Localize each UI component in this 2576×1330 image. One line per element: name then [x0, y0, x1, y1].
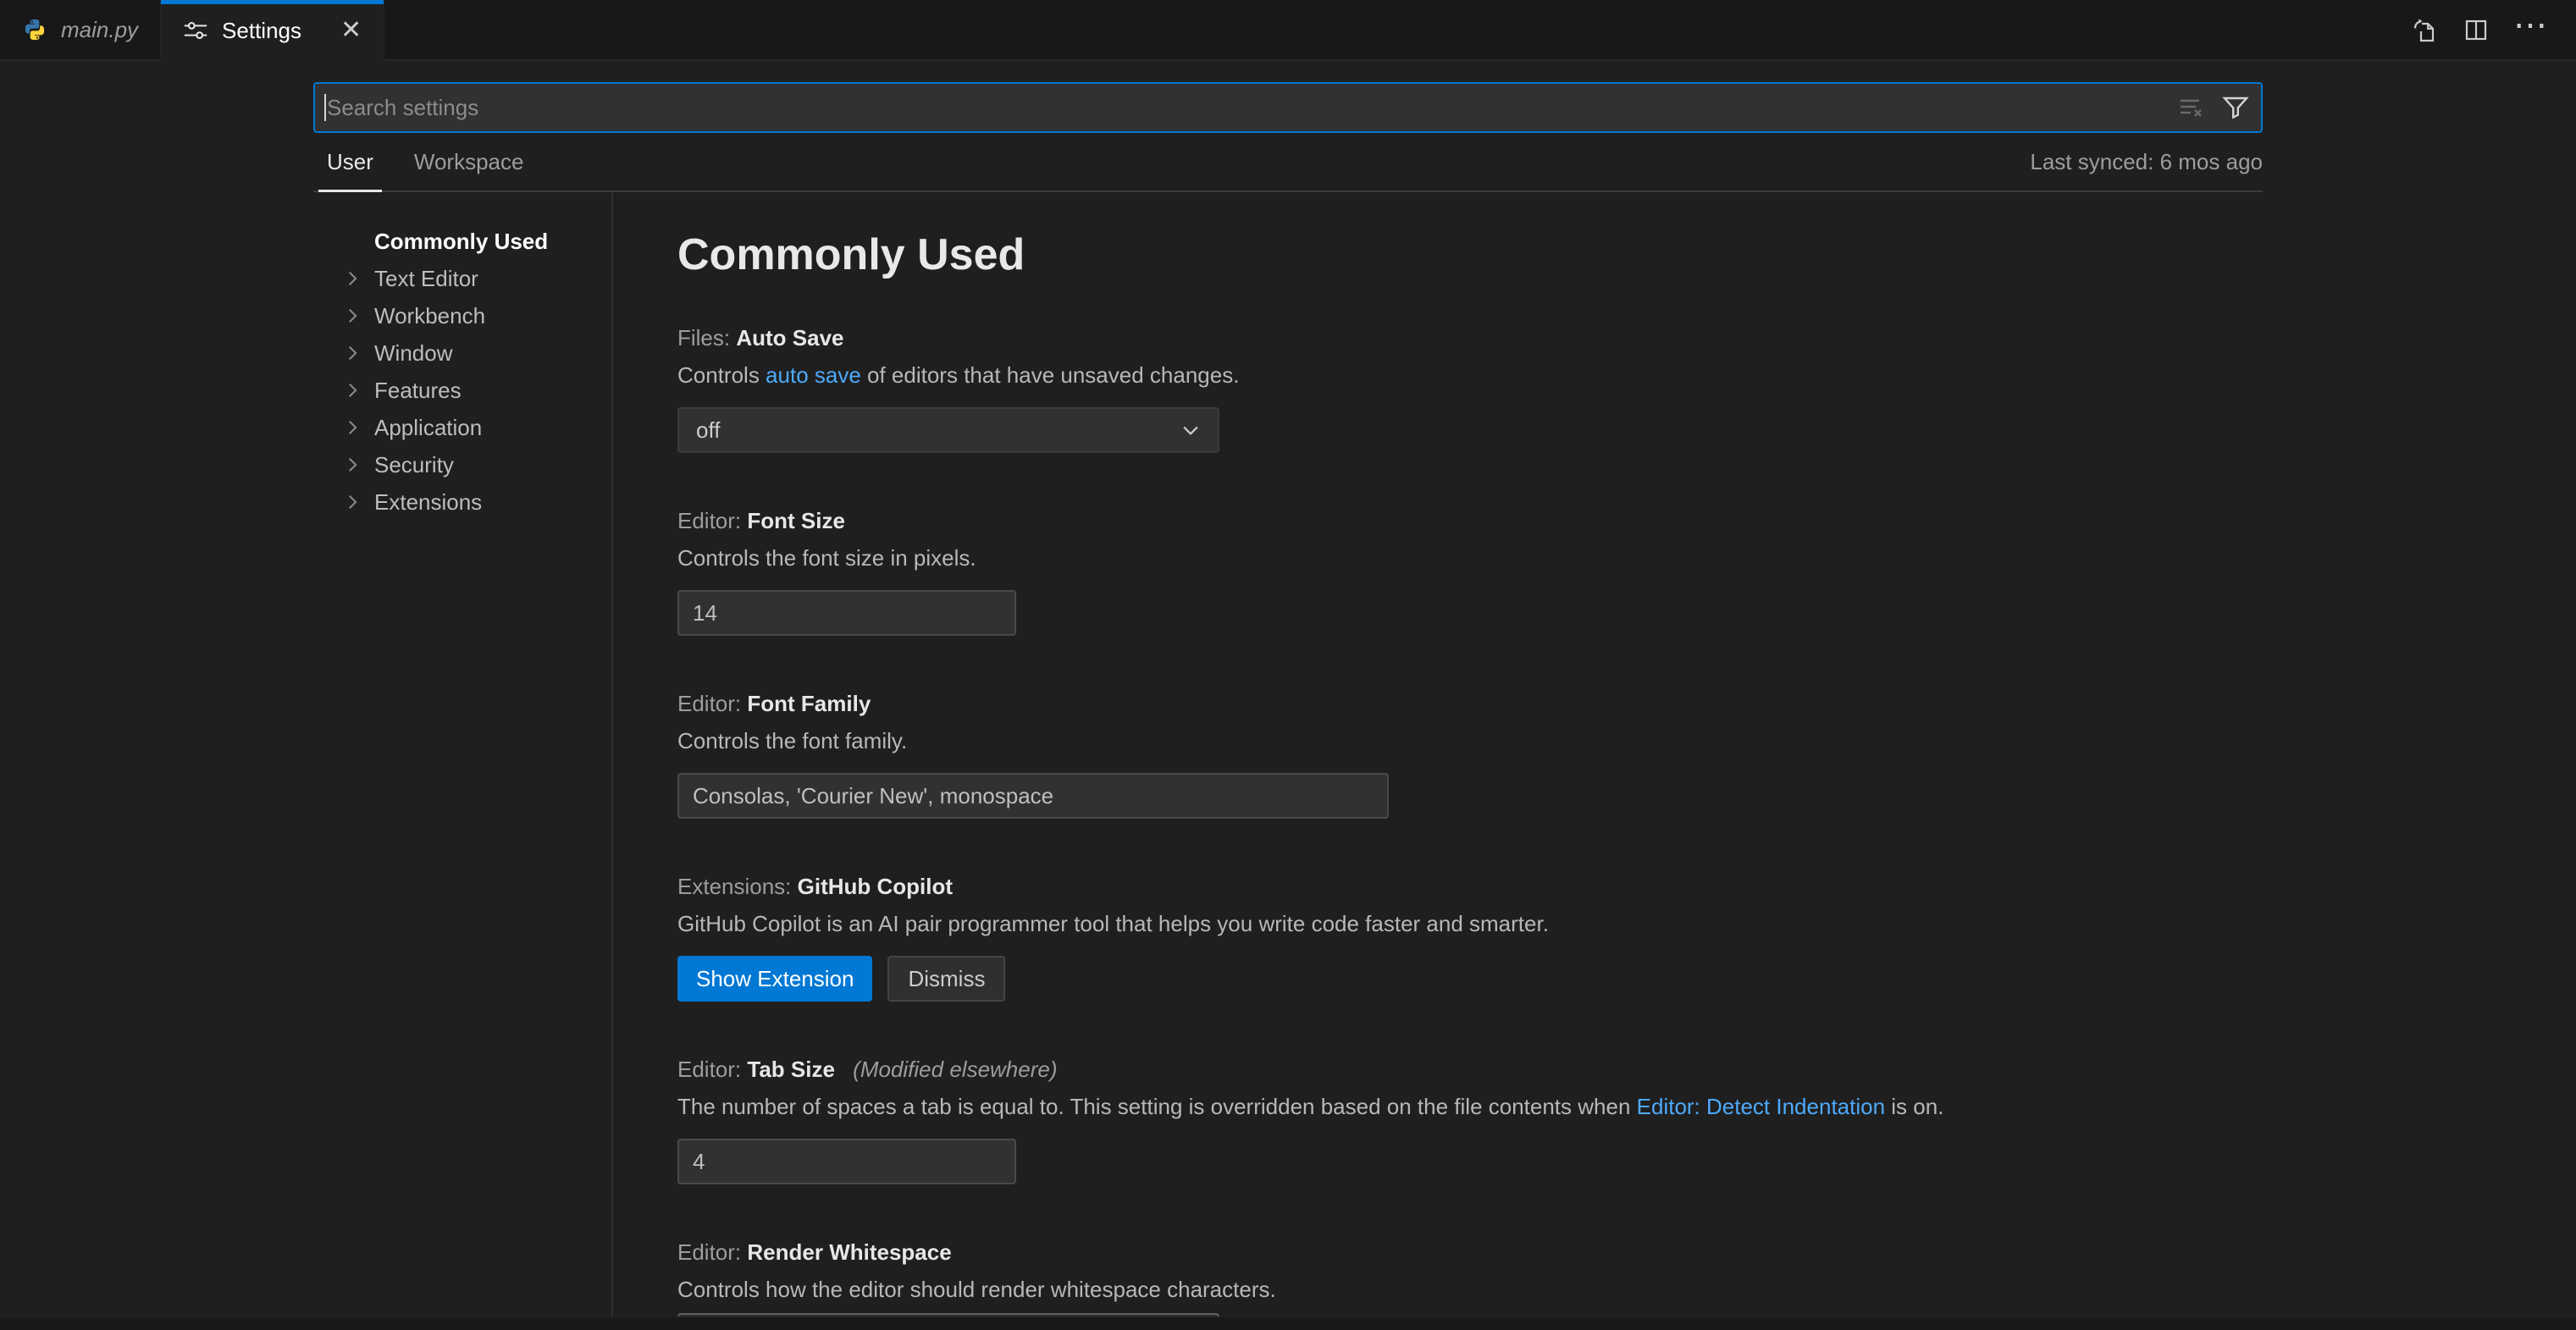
detect-indentation-link[interactable]: Editor: Detect Indentation	[1637, 1094, 1885, 1119]
setting-label: Editor: Font Family	[677, 688, 2263, 719]
last-synced-label: Last synced: 6 mos ago	[2030, 149, 2263, 175]
font-family-input[interactable]	[677, 773, 1389, 819]
chevron-down-icon	[1179, 418, 1202, 442]
toc-item-window[interactable]: Window	[313, 334, 611, 372]
clear-search-icon[interactable]	[2178, 94, 2205, 121]
tab-label: Settings	[222, 18, 301, 44]
scope-tab-workspace[interactable]: Workspace	[406, 133, 533, 190]
settings-search-input[interactable]	[313, 82, 2263, 133]
toc-item-application[interactable]: Application	[313, 409, 611, 446]
setting-editor-tab-size: Editor: Tab Size (Modified elsewhere) Th…	[677, 1054, 2263, 1184]
python-icon	[22, 17, 47, 42]
setting-description: Controls how the editor should render wh…	[677, 1274, 2263, 1305]
chevron-right-icon	[339, 417, 366, 439]
settings-sliders-icon	[183, 18, 208, 43]
settings-body: Commonly Used Text Editor Workbench Wind…	[313, 192, 2263, 1316]
tab-main-py[interactable]: main.py	[0, 0, 161, 59]
setting-description: Controls the font size in pixels.	[677, 543, 2263, 573]
chevron-right-icon	[339, 454, 366, 476]
settings-content: Commonly Used Files: Auto Save Controls …	[613, 192, 2263, 1316]
scope-tab-user[interactable]: User	[318, 133, 382, 190]
render-whitespace-select[interactable]	[677, 1313, 1219, 1316]
setting-description: GitHub Copilot is an AI pair programmer …	[677, 908, 2263, 939]
open-settings-json-icon[interactable]	[2412, 16, 2439, 43]
filter-icon[interactable]	[2222, 94, 2249, 121]
auto-save-select[interactable]: off	[677, 407, 1219, 453]
setting-editor-render-whitespace: Editor: Render Whitespace Controls how t…	[677, 1237, 2263, 1316]
settings-toc: Commonly Used Text Editor Workbench Wind…	[313, 192, 611, 1316]
tab-label: main.py	[61, 17, 138, 43]
setting-label: Editor: Render Whitespace	[677, 1237, 2263, 1267]
search-bar-actions	[2178, 82, 2249, 133]
tab-size-input[interactable]	[677, 1139, 1016, 1184]
chevron-right-icon	[339, 268, 366, 290]
dismiss-button[interactable]: Dismiss	[887, 956, 1005, 1002]
close-icon[interactable]: ✕	[340, 18, 362, 43]
toc-item-workbench[interactable]: Workbench	[313, 297, 611, 334]
bottom-edge-band	[0, 1318, 2576, 1330]
setting-files-auto-save: Files: Auto Save Controls auto save of e…	[677, 323, 2263, 453]
toc-item-commonly-used[interactable]: Commonly Used	[313, 223, 611, 260]
setting-label: Editor: Tab Size (Modified elsewhere)	[677, 1054, 2263, 1084]
toc-item-text-editor[interactable]: Text Editor	[313, 260, 611, 297]
setting-description: Controls auto save of editors that have …	[677, 360, 2263, 390]
setting-label: Files: Auto Save	[677, 323, 2263, 353]
auto-save-link[interactable]: auto save	[766, 362, 861, 388]
setting-description: Controls the font family.	[677, 726, 2263, 756]
more-actions-icon[interactable]: ⋯	[2513, 8, 2547, 42]
page-title: Commonly Used	[677, 229, 2263, 280]
chevron-right-icon	[339, 305, 366, 327]
editor-actions: ⋯	[2412, 0, 2576, 59]
setting-editor-font-size: Editor: Font Size Controls the font size…	[677, 505, 2263, 636]
modified-elsewhere-note: (Modified elsewhere)	[853, 1057, 1057, 1082]
setting-label: Extensions: GitHub Copilot	[677, 871, 2263, 902]
tab-settings[interactable]: Settings ✕	[161, 0, 384, 61]
setting-editor-font-family: Editor: Font Family Controls the font fa…	[677, 688, 2263, 819]
toc-item-extensions[interactable]: Extensions	[313, 483, 611, 521]
toc-item-security[interactable]: Security	[313, 446, 611, 483]
editor-tab-bar: main.py Settings ✕	[0, 0, 2576, 61]
setting-description: The number of spaces a tab is equal to. …	[677, 1091, 2263, 1122]
split-editor-icon[interactable]	[2463, 16, 2490, 43]
copilot-actions: Show Extension Dismiss	[677, 956, 2263, 1002]
chevron-right-icon	[339, 491, 366, 513]
setting-extensions-github-copilot: Extensions: GitHub Copilot GitHub Copilo…	[677, 871, 2263, 1002]
show-extension-button[interactable]: Show Extension	[677, 956, 872, 1002]
text-caret	[324, 94, 326, 121]
settings-search-bar	[313, 82, 2263, 133]
chevron-right-icon	[339, 342, 366, 364]
toc-item-features[interactable]: Features	[313, 372, 611, 409]
settings-scope-row: User Workspace Last synced: 6 mos ago	[313, 133, 2263, 192]
font-size-input[interactable]	[677, 590, 1016, 636]
setting-label: Editor: Font Size	[677, 505, 2263, 536]
settings-list: Files: Auto Save Controls auto save of e…	[677, 323, 2263, 1316]
chevron-right-icon	[339, 379, 366, 401]
